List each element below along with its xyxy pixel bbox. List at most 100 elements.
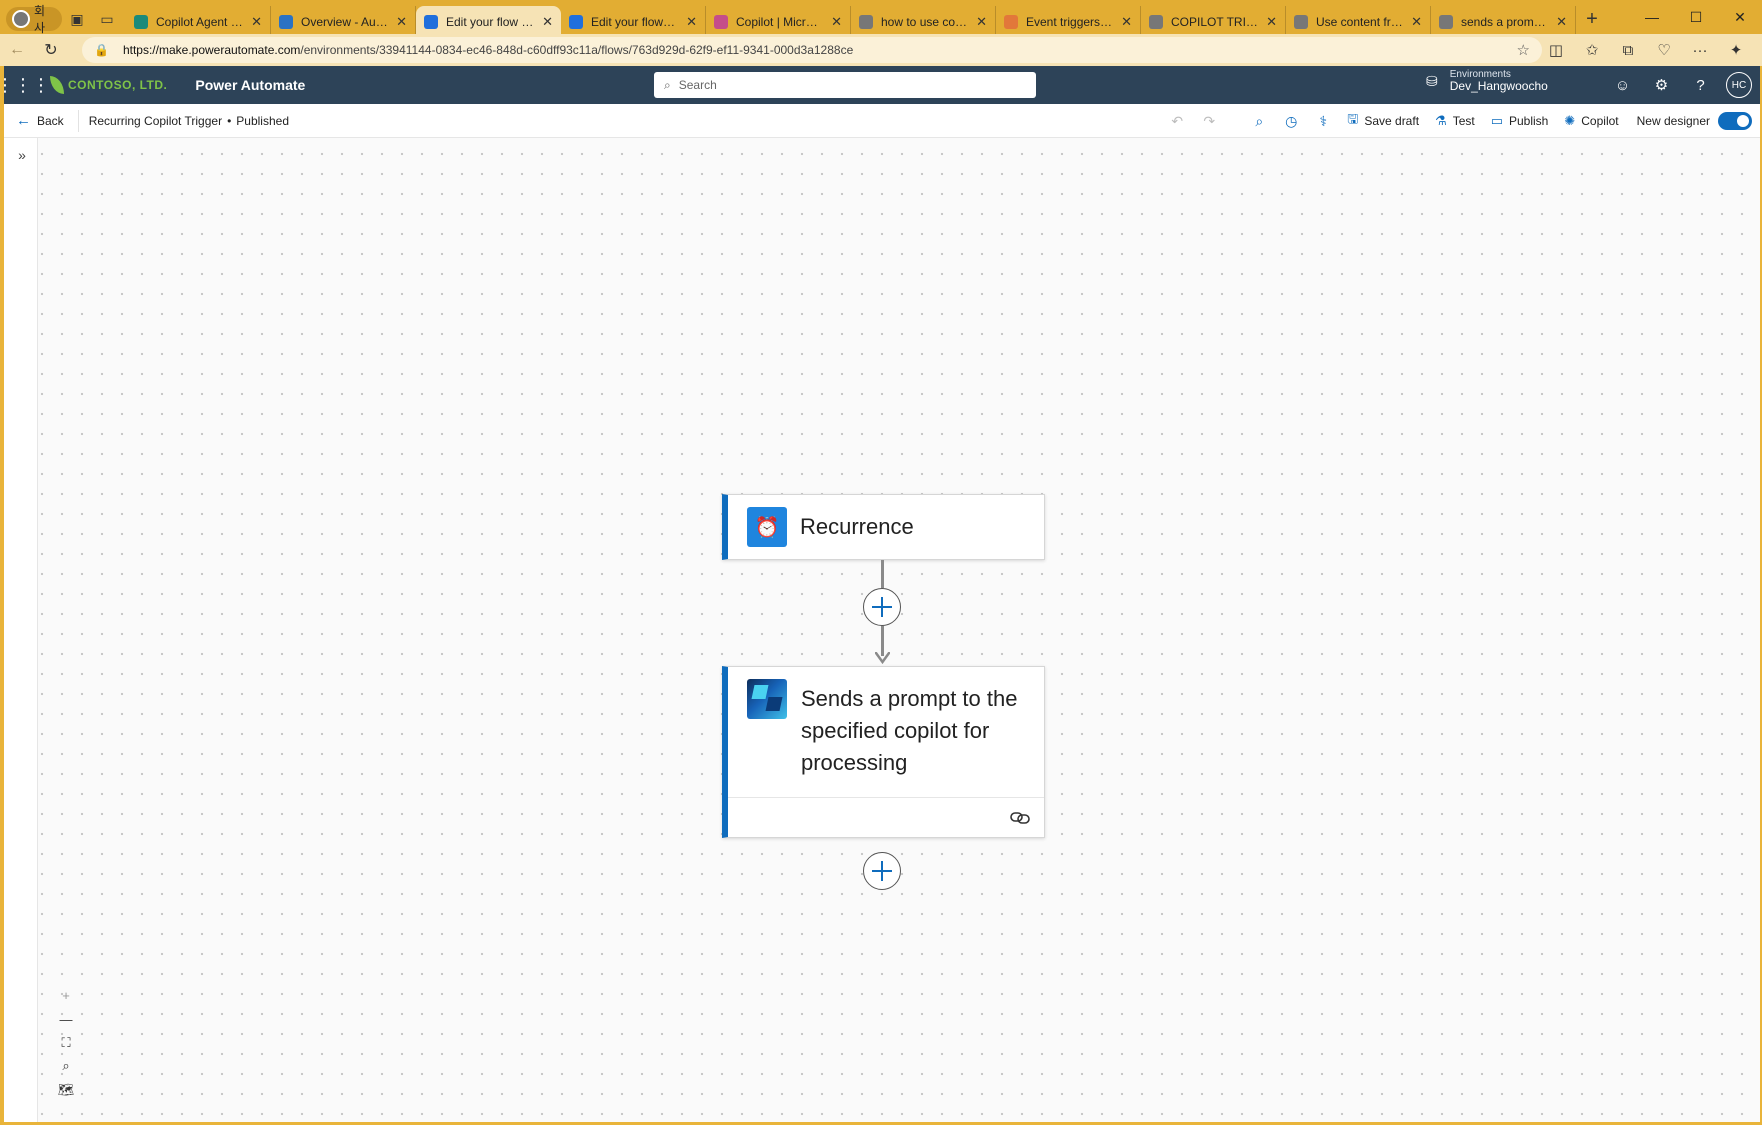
- tab-title: Copilot Agent BootCamp: [156, 15, 243, 29]
- favorite-star-icon[interactable]: ☆: [1517, 41, 1530, 59]
- profile-avatar-icon: [12, 10, 30, 28]
- flow-canvas[interactable]: » ⏰ Recurrence Sends a prompt to the spe…: [4, 138, 1760, 1122]
- publish-button[interactable]: ▭ Publish: [1483, 106, 1557, 136]
- flow-checker-stethoscope-icon[interactable]: ⚕: [1307, 106, 1339, 136]
- split-screen-icon[interactable]: ◫: [1538, 36, 1574, 64]
- zoom-controls: + — ⛶ ⌕ 🗺: [52, 984, 80, 1102]
- copilot-browser-icon[interactable]: ✦: [1718, 36, 1754, 64]
- back-button[interactable]: ← Back: [16, 112, 64, 129]
- back-label: Back: [37, 113, 64, 128]
- tab-favicon-icon: [859, 15, 873, 29]
- leaf-logo-icon: [50, 76, 64, 94]
- tab-close-icon[interactable]: ✕: [1121, 14, 1132, 30]
- minimap-icon[interactable]: 🗺: [52, 1078, 80, 1102]
- add-new-step-button[interactable]: [863, 852, 901, 890]
- tab-favicon-icon: [279, 15, 293, 29]
- environment-picker[interactable]: ⛁ Environments Dev_Hangwoocho: [1426, 69, 1548, 93]
- publish-icon: ▭: [1490, 113, 1503, 128]
- connector-arrow-icon: [875, 652, 890, 664]
- tab-title: COPILOT TRIGGER RECURRENCE: [1171, 15, 1258, 29]
- tab-title: Edit your flow | Power Automate: [446, 15, 534, 29]
- new-designer-label: New designer: [1636, 114, 1710, 128]
- profile-button[interactable]: 회사: [6, 4, 62, 35]
- tab-favicon-icon: [1294, 15, 1308, 29]
- tab-close-icon[interactable]: ✕: [1556, 14, 1567, 30]
- workspaces-icon[interactable]: ▣: [62, 4, 92, 34]
- step-card-send-prompt[interactable]: Sends a prompt to the specified copilot …: [722, 666, 1045, 838]
- tab-close-icon[interactable]: ✕: [1266, 14, 1277, 30]
- zoom-in-icon[interactable]: +: [52, 984, 80, 1008]
- tab-favicon-icon: [1149, 15, 1163, 29]
- copilot-icon: ✺: [1564, 113, 1576, 128]
- tab-list: Copilot Agent BootCamp ✕ Overview - Auto_R…: [126, 0, 1576, 38]
- app-name[interactable]: Power Automate: [195, 77, 305, 93]
- flask-icon: ⚗: [1435, 113, 1447, 128]
- header-actions: ☺ ⚙ ? HC: [1603, 70, 1752, 100]
- favorites-icon[interactable]: ✩: [1574, 36, 1610, 64]
- feedback-smiley-icon[interactable]: ☺: [1603, 70, 1642, 100]
- collections-icon[interactable]: ⧉: [1610, 36, 1646, 64]
- tab-close-icon[interactable]: ✕: [542, 14, 553, 30]
- tab-close-icon[interactable]: ✕: [686, 14, 697, 30]
- browser-essentials-icon[interactable]: ♡: [1646, 36, 1682, 64]
- tab-close-icon[interactable]: ✕: [396, 14, 407, 30]
- browser-toolbar: ◫ ✩ ⧉ ♡ ··· ✦: [1538, 36, 1754, 64]
- search-icon: ⌕: [664, 77, 671, 92]
- url-host: https://make.powerautomate.com: [122, 43, 301, 57]
- version-history-icon[interactable]: ◷: [1275, 106, 1307, 136]
- zoom-out-icon[interactable]: —: [52, 1008, 80, 1032]
- new-designer-toggle[interactable]: [1718, 112, 1752, 130]
- save-icon: 🖫: [1347, 111, 1359, 126]
- close-window-icon[interactable]: ✕: [1718, 0, 1762, 34]
- fit-view-icon[interactable]: ⛶: [52, 1031, 80, 1055]
- flow-status: Published: [236, 113, 289, 128]
- connection-link-icon[interactable]: [1008, 806, 1032, 830]
- app-launcher-icon[interactable]: ⋮⋮⋮: [0, 66, 50, 104]
- flow-checker-icon[interactable]: ⌕: [1243, 106, 1275, 136]
- avatar[interactable]: HC: [1726, 72, 1752, 98]
- divider: [77, 109, 79, 132]
- expand-panel-icon[interactable]: »: [11, 144, 33, 166]
- connector-line: [881, 560, 884, 588]
- search-canvas-icon[interactable]: ⌕: [52, 1055, 80, 1079]
- url-input[interactable]: 🔒 https://make.powerautomate.com /enviro…: [82, 37, 1542, 63]
- alarm-clock-icon: ⏰: [747, 507, 787, 547]
- tab-close-icon[interactable]: ✕: [1411, 14, 1422, 30]
- tab-close-icon[interactable]: ✕: [831, 14, 842, 30]
- step-card-recurrence[interactable]: ⏰ Recurrence: [722, 494, 1045, 560]
- save-draft-label: Save draft: [1364, 114, 1420, 128]
- tab-favicon-icon: [714, 15, 728, 29]
- tab-favicon-icon: [569, 15, 583, 29]
- publish-label: Publish: [1509, 114, 1549, 128]
- environment-name: Dev_Hangwoocho: [1449, 79, 1548, 93]
- tab-actions-icon[interactable]: ▭: [92, 4, 122, 34]
- step-title: Sends a prompt to the specified copilot …: [801, 686, 1018, 775]
- minimize-icon[interactable]: —: [1630, 0, 1674, 34]
- back-arrow-icon: ←: [16, 112, 31, 129]
- undo-icon[interactable]: ↶: [1161, 106, 1193, 136]
- tab-close-icon[interactable]: ✕: [251, 14, 262, 30]
- more-options-icon[interactable]: ···: [1682, 36, 1718, 64]
- flow-title: Recurring Copilot Trigger • Published: [89, 114, 289, 128]
- search-input[interactable]: ⌕ Search: [654, 72, 1036, 98]
- copilot-button[interactable]: ✺ Copilot: [1556, 106, 1626, 136]
- refresh-icon[interactable]: ↻: [34, 35, 68, 65]
- help-icon[interactable]: ?: [1681, 70, 1720, 100]
- tab-favicon-icon: [424, 15, 438, 29]
- tab-title: Event triggers overview: [1026, 15, 1113, 29]
- tab-title: sends a prompt to specified copilot: [1461, 15, 1548, 29]
- browser-back-icon[interactable]: ←: [0, 35, 34, 65]
- redo-icon[interactable]: ↷: [1193, 106, 1225, 136]
- test-button[interactable]: ⚗ Test: [1427, 106, 1483, 136]
- test-label: Test: [1452, 114, 1475, 128]
- copilot-label: Copilot: [1581, 114, 1619, 128]
- settings-gear-icon[interactable]: ⚙: [1642, 70, 1681, 100]
- flow-separator: •: [227, 113, 232, 128]
- app-header: ⋮⋮⋮ CONTOSO, LTD. Power Automate ⌕ Searc…: [0, 66, 1760, 104]
- insert-step-button[interactable]: [863, 588, 901, 626]
- tab-title: Edit your flow | Power Automate: [591, 15, 678, 29]
- maximize-icon[interactable]: ☐: [1674, 0, 1718, 34]
- new-tab-button[interactable]: +: [1576, 3, 1608, 35]
- tab-close-icon[interactable]: ✕: [976, 14, 987, 30]
- save-draft-button[interactable]: 🖫 Save draft: [1339, 106, 1427, 136]
